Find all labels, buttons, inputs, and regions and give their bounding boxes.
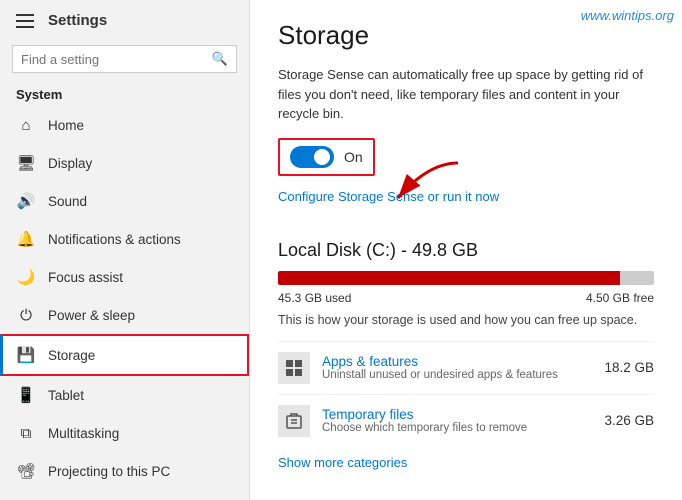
toggle-container: On: [278, 138, 375, 176]
temp-info: Temporary files Choose which temporary f…: [322, 407, 604, 434]
disk-bar: [278, 271, 654, 285]
toggle-label: On: [344, 149, 363, 165]
sidebar-item-label: Display: [48, 156, 92, 171]
storage-item-temp: Temporary files Choose which temporary f…: [278, 394, 654, 447]
configure-link-row: Configure Storage Sense or run it now: [278, 188, 654, 210]
temp-size: 3.26 GB: [604, 413, 654, 428]
notifications-icon: 🔔: [16, 229, 36, 249]
disk-bar-used: [278, 271, 620, 285]
sidebar-item-focus[interactable]: 🌙 Focus assist: [0, 258, 249, 296]
apps-title[interactable]: Apps & features: [322, 354, 604, 369]
sidebar-item-notifications[interactable]: 🔔 Notifications & actions: [0, 220, 249, 258]
sidebar-item-label: Projecting to this PC: [48, 464, 170, 479]
sidebar-item-label: Power & sleep: [48, 308, 135, 323]
apps-info: Apps & features Uninstall unused or unde…: [322, 354, 604, 381]
temp-icon: [278, 405, 310, 437]
sidebar-item-multitasking[interactable]: ⧉ Multitasking: [0, 414, 249, 452]
sidebar-item-storage[interactable]: 💾 Storage: [0, 334, 249, 376]
app-header: Settings: [0, 0, 249, 41]
sidebar-item-label: Multitasking: [48, 426, 119, 441]
disk-free-label: 4.50 GB free: [586, 291, 654, 305]
sidebar: Settings 🔍 System ⌂ Home 🖥 Display 🔊 Sou…: [0, 0, 250, 500]
main-content: www.wintips.org Storage Storage Sense ca…: [250, 0, 682, 500]
sidebar-item-label: Sound: [48, 194, 87, 209]
projecting-icon: 📽: [16, 461, 36, 481]
disk-title: Local Disk (C:) - 49.8 GB: [278, 240, 654, 261]
display-icon: 🖥: [16, 153, 36, 173]
power-icon: ⏻: [16, 305, 36, 325]
sidebar-item-sound[interactable]: 🔊 Sound: [0, 182, 249, 220]
temp-subtitle: Choose which temporary files to remove: [322, 422, 604, 434]
search-input[interactable]: [21, 52, 212, 67]
sound-icon: 🔊: [16, 191, 36, 211]
show-more-link[interactable]: Show more categories: [278, 455, 407, 470]
disk-section: Local Disk (C:) - 49.8 GB 45.3 GB used 4…: [278, 240, 654, 470]
sidebar-item-label: Home: [48, 118, 84, 133]
disk-usage-description: This is how your storage is used and how…: [278, 313, 654, 327]
storage-icon: 💾: [16, 345, 36, 365]
sidebar-item-projecting[interactable]: 📽 Projecting to this PC: [0, 452, 249, 490]
home-icon: ⌂: [16, 115, 36, 135]
sidebar-item-home[interactable]: ⌂ Home: [0, 106, 249, 144]
sidebar-item-label: Storage: [48, 348, 95, 363]
apps-icon: [278, 352, 310, 384]
annotation-arrow: [378, 153, 478, 213]
multitasking-icon: ⧉: [16, 423, 36, 443]
hamburger-menu[interactable]: [16, 14, 34, 28]
search-box[interactable]: 🔍: [12, 45, 237, 73]
disk-stats: 45.3 GB used 4.50 GB free: [278, 291, 654, 305]
sidebar-item-power[interactable]: ⏻ Power & sleep: [0, 296, 249, 334]
search-icon: 🔍: [212, 51, 228, 67]
sidebar-item-label: Focus assist: [48, 270, 123, 285]
tablet-icon: 📱: [16, 385, 36, 405]
apps-subtitle: Uninstall unused or undesired apps & fea…: [322, 369, 604, 381]
sidebar-item-display[interactable]: 🖥 Display: [0, 144, 249, 182]
storage-item-apps: Apps & features Uninstall unused or unde…: [278, 341, 654, 394]
sidebar-item-tablet[interactable]: 📱 Tablet: [0, 376, 249, 414]
sidebar-item-label: Tablet: [48, 388, 84, 403]
sidebar-item-label: Notifications & actions: [48, 232, 181, 247]
app-title: Settings: [48, 12, 107, 29]
storage-sense-toggle[interactable]: [290, 146, 334, 168]
focus-icon: 🌙: [16, 267, 36, 287]
watermark: www.wintips.org: [581, 8, 674, 23]
disk-used-label: 45.3 GB used: [278, 291, 351, 305]
configure-link[interactable]: Configure Storage Sense or run it now: [278, 189, 499, 204]
page-title: Storage: [278, 20, 654, 51]
temp-title[interactable]: Temporary files: [322, 407, 604, 422]
apps-size: 18.2 GB: [604, 360, 654, 375]
storage-sense-description: Storage Sense can automatically free up …: [278, 65, 654, 124]
sidebar-section-label: System: [0, 81, 249, 106]
